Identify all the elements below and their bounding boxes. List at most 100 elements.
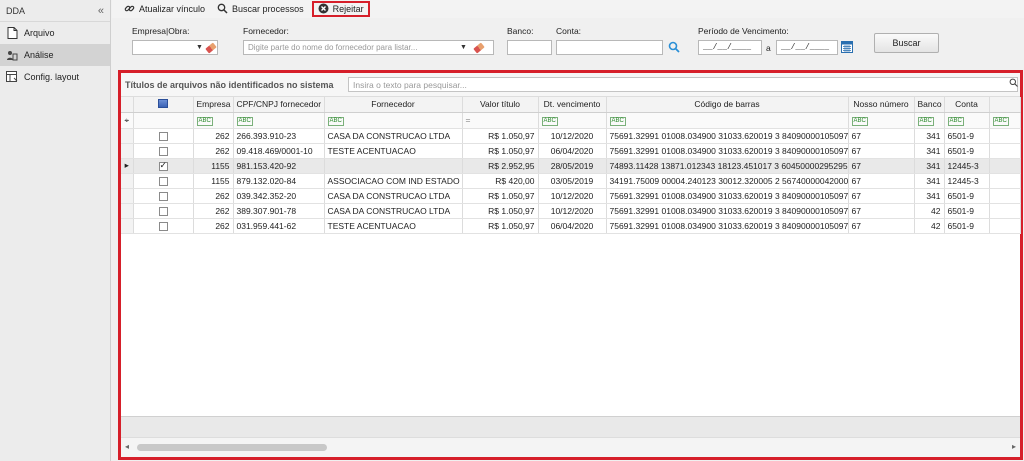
search-icon[interactable]	[668, 41, 680, 55]
update-link-button[interactable]: Atualizar vínculo	[120, 1, 209, 17]
column-header[interactable]: Valor título	[462, 97, 539, 113]
grid-search-input[interactable]: Insira o texto para pesquisar...	[348, 77, 1018, 92]
reject-button[interactable]: Rejeitar	[311, 1, 370, 17]
table-row[interactable]: 262 031.959.441-62 TESTE ACENTUACAO R$ 1.05…	[121, 218, 1021, 234]
cell-valor: R$ 1.050,97	[462, 218, 539, 234]
collapse-sidebar-icon[interactable]: «	[98, 5, 104, 17]
grid-empty-area	[121, 259, 1020, 416]
filter-cell[interactable]: ABC	[914, 112, 945, 129]
table-row[interactable]: 262 039.342.352-20 CASA DA CONSTRUCAO LTDA…	[121, 188, 1021, 204]
filter-cell[interactable]: ABC	[538, 112, 607, 129]
grid-footer	[121, 416, 1020, 437]
conta-input[interactable]	[556, 40, 663, 55]
row-checkbox[interactable]	[133, 143, 194, 159]
checkbox[interactable]	[158, 191, 168, 201]
row-indicator	[121, 128, 134, 144]
scroll-left-icon[interactable]: ◂	[125, 442, 129, 451]
filter-icon: ABC	[541, 117, 558, 126]
select-all-header[interactable]	[133, 97, 194, 113]
checkbox[interactable]	[158, 176, 168, 186]
column-header[interactable]: Empresa	[193, 97, 234, 113]
checkbox[interactable]	[158, 131, 168, 141]
cell-empresa: 262	[193, 128, 234, 144]
row-checkbox[interactable]	[133, 203, 194, 219]
sidebar-item-analise[interactable]: Análise	[0, 44, 110, 66]
search-icon[interactable]	[1009, 78, 1018, 89]
checkbox[interactable]	[158, 146, 168, 156]
column-header[interactable]: Código de barras	[606, 97, 849, 113]
filter-cell[interactable]: ABC	[193, 112, 234, 129]
filter-cell[interactable]: ABC	[233, 112, 325, 129]
main-area: Atualizar vínculo Buscar processos Rejei…	[112, 0, 1024, 461]
column-header[interactable]: Conta	[944, 97, 990, 113]
table-row[interactable]: 262 266.393.910-23 CASA DA CONSTRUCAO LTDA…	[121, 128, 1021, 144]
analysis-icon	[6, 49, 18, 61]
row-indicator	[121, 173, 134, 189]
column-header[interactable]: Dt. vencimento	[538, 97, 607, 113]
panel-header: Títulos de arquivos não identificados no…	[121, 73, 1020, 97]
row-indicator	[121, 143, 134, 159]
row-checkbox[interactable]	[133, 188, 194, 204]
filter-cell[interactable]: ABC	[324, 112, 463, 129]
cell-vencimento: 10/12/2020	[538, 188, 607, 204]
cell-conta: 6501-9	[944, 218, 990, 234]
cell-codigo: 75691.32991 01008.034900 31033.620019 3 …	[606, 143, 849, 159]
cell-banco: 42	[914, 203, 945, 219]
sidebar-item-label: Config. layout	[24, 72, 80, 82]
select-all-icon[interactable]	[158, 98, 168, 108]
filter-cell[interactable]: ABC	[606, 112, 849, 129]
filter-cell[interactable]: ABC	[989, 112, 1021, 129]
cell-codigo: 75691.32991 01008.034900 31033.620019 3 …	[606, 218, 849, 234]
scrollbar-thumb[interactable]	[137, 444, 327, 451]
date-to-input[interactable]: __/__/____	[776, 40, 838, 55]
row-checkbox[interactable]	[133, 218, 194, 234]
row-indicator	[121, 203, 134, 219]
cell-vencimento: 28/05/2019	[538, 158, 607, 174]
checkbox[interactable]	[158, 160, 168, 171]
date-from-input[interactable]: __/__/____	[698, 40, 762, 55]
filter-cell[interactable]: ABC	[944, 112, 990, 129]
chevron-down-icon[interactable]: ▼	[460, 44, 467, 51]
column-header[interactable]: Banco	[914, 97, 945, 113]
column-header[interactable]: CPF/CNPJ fornecedor	[233, 97, 325, 113]
checkbox[interactable]	[158, 206, 168, 216]
cell-valor: R$ 2.952,95	[462, 158, 539, 174]
banco-input[interactable]	[507, 40, 552, 55]
fornecedor-input[interactable]: Digite parte do nome do fornecedor para …	[243, 40, 494, 55]
cell-extra	[989, 143, 1021, 159]
row-checkbox[interactable]	[133, 173, 194, 189]
search-process-button[interactable]: Buscar processos	[213, 1, 308, 17]
sidebar-item-label: Arquivo	[24, 28, 55, 38]
filter-cell[interactable]: ABC	[848, 112, 915, 129]
column-header[interactable]: Fornecedor	[324, 97, 463, 113]
scroll-right-icon[interactable]: ▸	[1012, 442, 1016, 451]
search-button[interactable]: Buscar	[874, 33, 939, 53]
filter-cell[interactable]: =	[462, 112, 539, 129]
horizontal-scrollbar[interactable]: ◂ ▸	[121, 437, 1020, 457]
cell-conta: 12445-3	[944, 173, 990, 189]
cell-extra	[989, 158, 1021, 174]
header-row: Empresa CPF/CNPJ fornecedor Fornecedor V…	[121, 97, 1021, 113]
column-header[interactable]: Nosso número	[848, 97, 915, 113]
table-row[interactable]: 262 09.418.469/0001-10 TESTE ACENTUACAO R$ …	[121, 143, 1021, 159]
table-row[interactable]: 1155 879.132.020-84 ASSOCIACAO COM IND EST…	[121, 173, 1021, 189]
cell-vencimento: 10/12/2020	[538, 128, 607, 144]
cell-conta: 6501-9	[944, 128, 990, 144]
row-checkbox[interactable]	[133, 128, 194, 144]
row-checkbox[interactable]	[133, 158, 194, 174]
cell-nosso: 67	[848, 218, 915, 234]
calendar-icon[interactable]	[841, 40, 853, 55]
cell-banco: 341	[914, 188, 945, 204]
row-indicator	[121, 188, 134, 204]
document-icon	[6, 27, 18, 39]
sidebar-item-config-layout[interactable]: Config. layout	[0, 66, 110, 88]
table-row[interactable]: ▸ 1155981.153.420-92 R$ 2.952,9528/05/2019…	[121, 158, 1021, 174]
reject-label: Rejeitar	[332, 4, 364, 14]
checkbox[interactable]	[158, 221, 168, 231]
cell-banco: 341	[914, 173, 945, 189]
cell-nosso: 67	[848, 143, 915, 159]
cell-nosso: 67	[848, 128, 915, 144]
chevron-down-icon[interactable]: ▼	[196, 44, 203, 51]
sidebar-item-arquivo[interactable]: Arquivo	[0, 22, 110, 44]
table-row[interactable]: 262 389.307.901-78 CASA DA CONSTRUCAO LTDA…	[121, 203, 1021, 219]
